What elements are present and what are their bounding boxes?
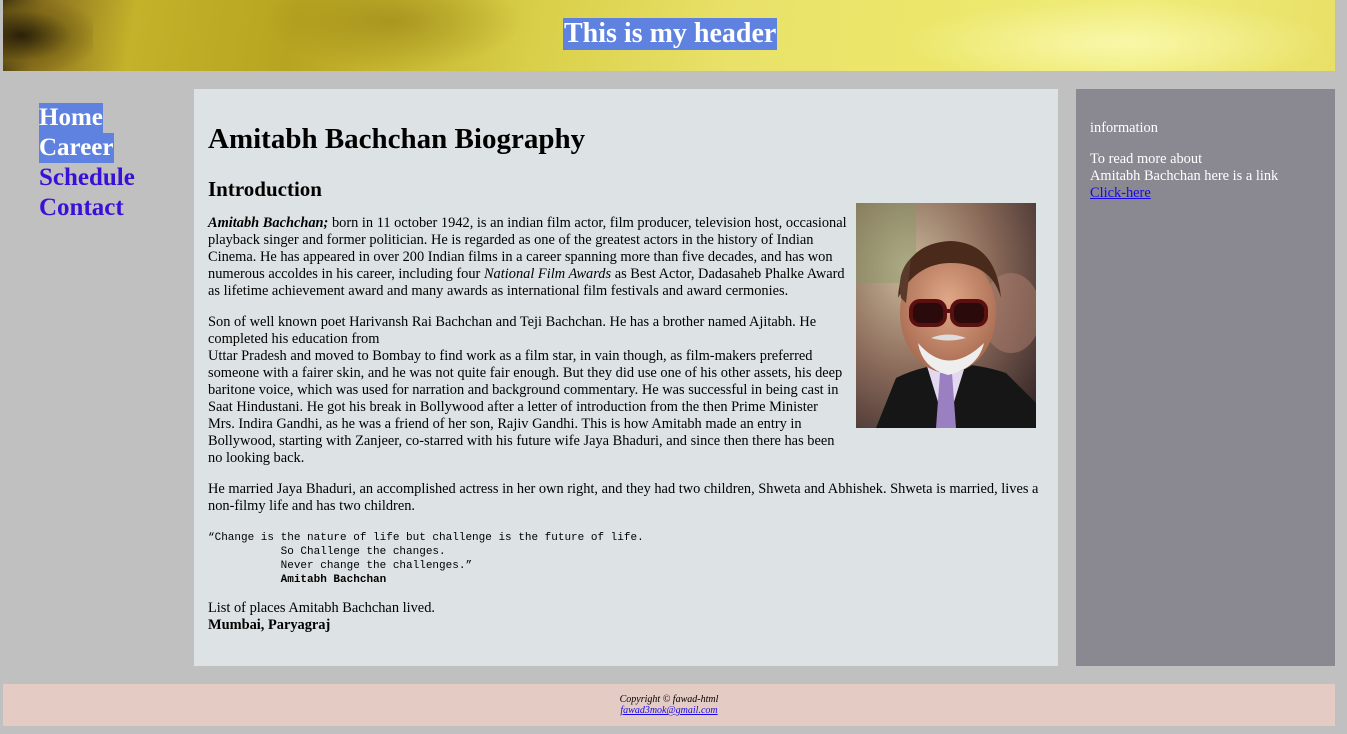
portrait-image [856, 203, 1036, 428]
header-title: This is my header [563, 18, 778, 50]
info-heading: information [1090, 120, 1158, 136]
header-background [3, 0, 93, 71]
nav-link-career[interactable]: Career [39, 133, 114, 163]
main-content: Amitabh Bachchan Biography Introduction [194, 89, 1058, 666]
copyright-text: Copyright © fawad-html [619, 694, 719, 705]
section-title: Introduction [208, 177, 322, 201]
click-here-link[interactable]: Click-here [1090, 185, 1151, 201]
nav-link-contact[interactable]: Contact [39, 193, 124, 223]
family-paragraph: He married Jaya Bhaduri, an accomplished… [208, 481, 1039, 514]
page-footer: Copyright © fawad-html fawad3mok@gmail.c… [3, 684, 1335, 726]
nav-link-schedule[interactable]: Schedule [39, 163, 135, 193]
nav-link-home[interactable]: Home [39, 103, 103, 133]
info-sidebar: information To read more about Amitabh B… [1076, 89, 1335, 666]
page-header: This is my header [3, 0, 1335, 71]
sidebar-nav: Home Career Schedule Contact [39, 103, 135, 223]
places-value: Mumbai, Paryagraj [208, 617, 331, 633]
page-title: Amitabh Bachchan Biography [208, 123, 586, 155]
subject-name: Amitabh Bachchan; [208, 215, 329, 231]
quote-author: Amitabh Bachchan [280, 574, 387, 586]
footer-email-link[interactable]: fawad3mok@gmail.com [620, 705, 717, 716]
quote-block: “Change is the nature of life but challe… [208, 532, 644, 586]
places-list: List of places Amitabh Bachchan lived. Mu… [208, 600, 435, 633]
